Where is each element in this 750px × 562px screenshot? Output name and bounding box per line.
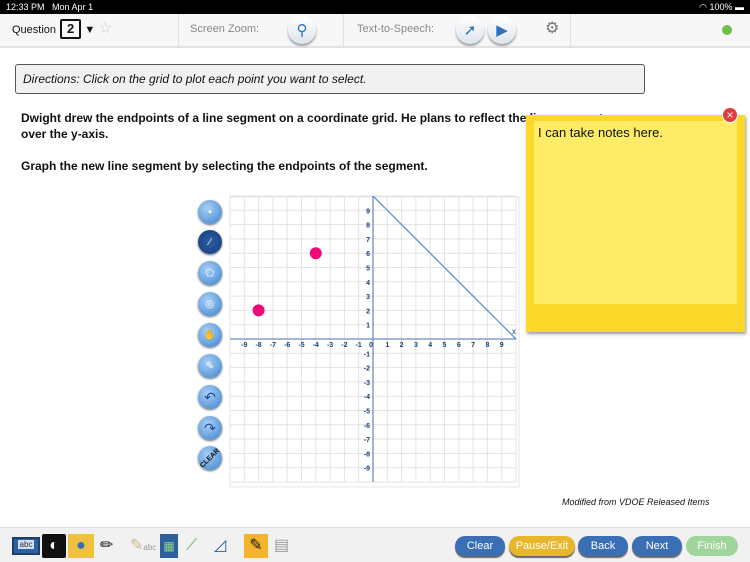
y-tick-label: -2: [364, 366, 370, 373]
y-tick-label: 9: [366, 208, 370, 215]
pencil-icon[interactable]: ✏: [100, 534, 113, 558]
x-axis-label: x: [512, 327, 516, 336]
notes-textarea[interactable]: I can take notes here.: [534, 121, 737, 304]
y-tick-label: 2: [366, 308, 370, 315]
clear-button[interactable]: Clear: [455, 536, 505, 556]
color-overlay-icon[interactable]: ●: [68, 534, 94, 558]
plotted-point: [252, 304, 265, 317]
x-tick-label: -4: [313, 342, 319, 349]
x-tick-label: 6: [457, 342, 461, 349]
answer-masking-icon[interactable]: abc: [12, 537, 40, 555]
contrast-icon[interactable]: ◐: [42, 534, 66, 558]
close-notes-button[interactable]: ×: [722, 107, 738, 123]
x-tick-label: -2: [341, 342, 347, 349]
y-tick-label: 5: [366, 266, 370, 273]
plotted-point: [309, 247, 322, 260]
x-tick-label: -1: [356, 342, 362, 349]
y-tick-label: 3: [366, 294, 370, 301]
y-tick-label: 6: [366, 251, 370, 258]
x-tick-label: -8: [255, 342, 261, 349]
finish-button[interactable]: Finish: [686, 536, 738, 556]
ruler-icon[interactable]: ⟋: [186, 534, 197, 558]
x-tick-label: 2: [400, 342, 404, 349]
y-tick-label: -1: [364, 351, 370, 358]
x-tick-label: 9: [500, 342, 504, 349]
x-tick-label: 8: [485, 342, 489, 349]
x-tick-label: -9: [241, 342, 247, 349]
calculator-icon[interactable]: ▦: [160, 534, 178, 558]
notes-panel: I can take notes here.: [526, 115, 745, 332]
bottom-toolbar: abc ◐ ● ✏ ✎abc ▦ ⟋ ◿ ✎ ▤ Clear Pause/Exi…: [0, 527, 750, 562]
y-tick-label: -4: [364, 394, 370, 401]
y-tick-label: -6: [364, 423, 370, 430]
x-tick-label: -7: [270, 342, 276, 349]
x-tick-label: 3: [414, 342, 418, 349]
highlighter-icon[interactable]: ✎abc: [130, 534, 156, 558]
y-tick-label: -3: [364, 380, 370, 387]
y-tick-label: -7: [364, 437, 370, 444]
y-tick-label: -8: [364, 451, 370, 458]
pause-exit-button[interactable]: Pause/Exit: [509, 536, 575, 556]
y-tick-label: 7: [366, 237, 370, 244]
notepad-icon[interactable]: ✎: [244, 534, 268, 558]
y-tick-label: 8: [366, 223, 370, 230]
y-tick-label: -9: [364, 466, 370, 473]
x-tick-label: -3: [327, 342, 333, 349]
x-tick-label: -5: [298, 342, 304, 349]
x-tick-label: 0: [369, 342, 373, 349]
y-tick-label: 1: [366, 323, 370, 330]
protractor-icon[interactable]: ◿: [214, 534, 226, 558]
next-button[interactable]: Next: [632, 536, 682, 556]
credit-text: Modified from VDOE Released Items: [562, 497, 710, 507]
x-tick-label: -6: [284, 342, 290, 349]
line-reader-icon[interactable]: ▤: [274, 534, 289, 558]
x-tick-label: 4: [428, 342, 432, 349]
y-tick-label: -5: [364, 409, 370, 416]
y-tick-label: 4: [366, 280, 370, 287]
x-tick-label: 7: [471, 342, 475, 349]
x-tick-label: 5: [443, 342, 447, 349]
x-tick-label: 1: [385, 342, 389, 349]
back-button[interactable]: Back: [578, 536, 628, 556]
